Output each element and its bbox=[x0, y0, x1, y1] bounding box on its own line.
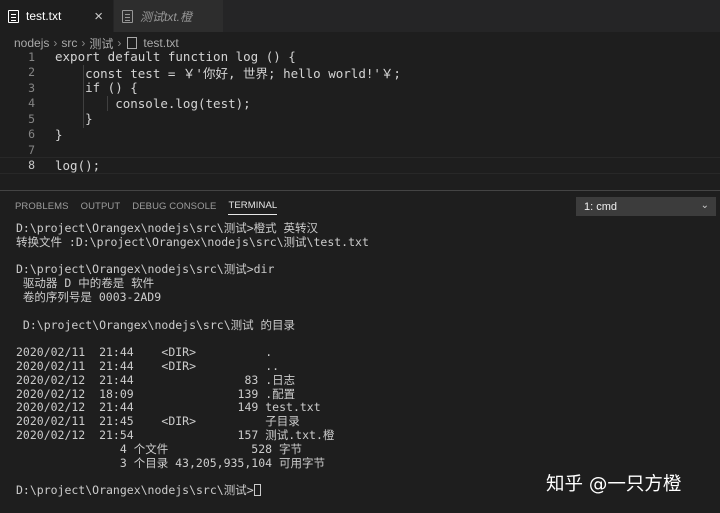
code-line[interactable]: 5 } bbox=[0, 111, 720, 127]
terminal-line: D:\project\Orangex\nodejs\src\测试>橙式 英转汉 bbox=[16, 221, 319, 235]
code-editor[interactable]: 1 export default function log () { 2 con… bbox=[0, 48, 720, 188]
terminal-cursor bbox=[253, 484, 261, 497]
terminal-select-value: 1: cmd bbox=[584, 200, 618, 213]
chevron-down-icon: ⌄ bbox=[700, 200, 709, 211]
terminal-line: 2020/02/11 21:44 <DIR> .. bbox=[16, 358, 280, 373]
tab-test-orange[interactable]: 测试txt.橙 bbox=[114, 0, 224, 32]
code-line[interactable]: 6 } bbox=[0, 127, 720, 143]
tab-test-txt[interactable]: test.txt × bbox=[0, 0, 114, 32]
close-icon[interactable]: × bbox=[94, 9, 103, 24]
tab-label: 测试txt.橙 bbox=[140, 9, 193, 24]
tab-label: test.txt bbox=[26, 9, 62, 23]
code-line-current[interactable]: 8 log(); bbox=[0, 156, 720, 174]
code-line[interactable]: 4 console.log(test); bbox=[0, 96, 720, 112]
line-number: 7 bbox=[28, 142, 35, 157]
line-number: 2 bbox=[28, 65, 35, 80]
terminal-line: 2020/02/12 21:54 157 测试.txt.橙 bbox=[16, 427, 335, 442]
terminal-output[interactable]: D:\project\Orangex\nodejs\src\测试>橙式 英转汉 … bbox=[16, 221, 716, 498]
code-text: const test = ￥'你好, 世界; hello world!'￥; bbox=[55, 65, 401, 81]
code-text: } bbox=[55, 111, 93, 127]
terminal-line: 2020/02/11 21:44 <DIR> . bbox=[16, 345, 273, 360]
code-text: if () { bbox=[55, 80, 138, 96]
bottom-panel: PROBLEMS OUTPUT DEBUG CONSOLE TERMINAL 1… bbox=[0, 190, 720, 513]
tab-debug-console[interactable]: DEBUG CONSOLE bbox=[132, 191, 216, 221]
terminal-line: 转换文件 :D:\project\Orangex\nodejs\src\测试\t… bbox=[16, 234, 369, 249]
terminal-prompt: D:\project\Orangex\nodejs\src\测试> bbox=[16, 483, 254, 498]
code-text: console.log(test); bbox=[55, 95, 251, 111]
terminal-line: 2020/02/12 21:44 83 .日志 bbox=[16, 372, 296, 387]
code-line[interactable]: 2 const test = ￥'你好, 世界; hello world!'￥; bbox=[0, 65, 720, 81]
terminal-line: 2020/02/11 21:45 <DIR> 子目录 bbox=[16, 414, 300, 429]
line-number: 3 bbox=[28, 80, 35, 95]
terminal-line: 2020/02/12 21:44 149 test.txt bbox=[16, 400, 321, 415]
file-icon bbox=[122, 9, 133, 23]
watermark: 知乎 @一只方橙 bbox=[546, 474, 682, 495]
terminal-line: 2020/02/12 18:09 139 .配置 bbox=[16, 386, 296, 401]
code-line[interactable]: 3 if () { bbox=[0, 80, 720, 96]
code-text: } bbox=[55, 126, 63, 142]
tab-terminal[interactable]: TERMINAL bbox=[228, 197, 278, 215]
line-number: 5 bbox=[28, 111, 35, 126]
code-text: log(); bbox=[55, 157, 101, 173]
editor-tab-bar: test.txt × 测试txt.橙 bbox=[0, 0, 720, 32]
file-icon bbox=[8, 9, 19, 23]
terminal-line: 4 个文件 528 字节 bbox=[16, 441, 302, 456]
line-number: 8 bbox=[28, 158, 35, 172]
terminal-line: D:\project\Orangex\nodejs\src\测试 的目录 bbox=[16, 317, 296, 332]
terminal-line: 驱动器 D 中的卷是 软件 bbox=[16, 276, 155, 291]
line-number: 1 bbox=[28, 49, 35, 64]
tab-output[interactable]: OUTPUT bbox=[81, 191, 121, 221]
terminal-line: 3 个目录 43,205,935,104 可用字节 bbox=[16, 455, 325, 470]
line-number: 4 bbox=[28, 96, 35, 111]
tab-problems[interactable]: PROBLEMS bbox=[15, 191, 69, 221]
line-number: 6 bbox=[28, 127, 35, 142]
terminal-select[interactable]: 1: cmd ⌄ bbox=[576, 197, 716, 216]
terminal-line: 卷的序列号是 0003-2AD9 bbox=[16, 289, 162, 304]
terminal-line: D:\project\Orangex\nodejs\src\测试>dir bbox=[16, 262, 275, 277]
code-line[interactable]: 7 bbox=[0, 142, 720, 158]
